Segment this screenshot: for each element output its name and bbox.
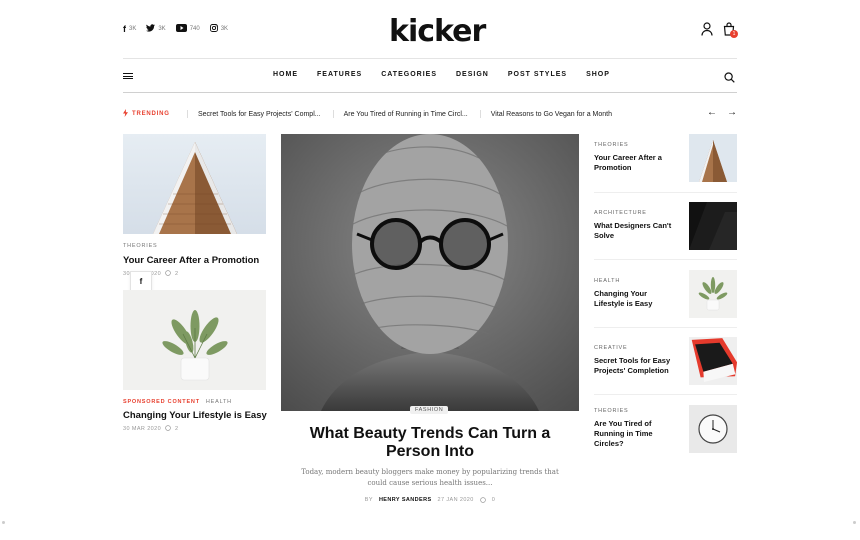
trending-label: TRENDING — [123, 109, 185, 119]
comment-count: 2 — [175, 426, 179, 432]
post-title[interactable]: Your Career After a Promotion — [123, 255, 266, 266]
post-image-plant[interactable] — [123, 290, 266, 390]
divider — [187, 110, 188, 118]
post-thumbnail[interactable] — [689, 134, 737, 182]
post-date: 27 JAN 2020 — [437, 497, 474, 503]
side-post[interactable]: THEORIES Your Career After a Promotion — [594, 134, 737, 193]
comment-count: 2 — [175, 271, 179, 277]
featured-meta: BY HENRY SANDERS 27 JAN 2020 0 — [281, 497, 579, 505]
twitter-icon — [146, 24, 156, 34]
social-facebook[interactable]: f 3K — [123, 23, 137, 34]
trending-item[interactable]: Are You Tired of Running in Time Circl..… — [344, 111, 468, 118]
nav-item-categories[interactable]: CATEGORIES — [381, 71, 437, 78]
comment-icon — [165, 425, 171, 433]
side-post[interactable]: CREATIVE Secret Tools for Easy Projects'… — [594, 337, 737, 395]
nav-item-features[interactable]: FEATURES — [317, 71, 362, 78]
social-links: f 3K 3K 740 3K — [123, 24, 228, 34]
menu-icon[interactable] — [123, 73, 133, 79]
author-name[interactable]: HENRY SANDERS — [379, 497, 432, 505]
featured-category-tag[interactable]: FASHION — [410, 406, 449, 414]
post-title[interactable]: Secret Tools for Easy Projects' Completi… — [594, 356, 679, 376]
featured-image[interactable] — [281, 134, 579, 411]
facebook-share-button[interactable]: f — [130, 271, 152, 291]
post-thumbnail[interactable] — [689, 337, 737, 385]
sponsored-label[interactable]: SPONSORED CONTENT — [123, 399, 200, 405]
by-label: BY — [364, 497, 373, 503]
divider — [332, 110, 334, 118]
bolt-icon — [123, 109, 128, 119]
social-count: 3K — [220, 26, 229, 32]
comment-icon — [479, 497, 486, 505]
youtube-icon — [175, 24, 187, 34]
social-count: 740 — [189, 26, 200, 32]
social-count: 3K — [158, 26, 166, 32]
nav-menu: HOME FEATURES CATEGORIES DESIGN POST STY… — [273, 71, 610, 78]
header: f 3K 3K 740 3K kicker 1 — [123, 14, 738, 49]
instagram-icon — [209, 24, 218, 34]
nav-item-design[interactable]: DESIGN — [456, 71, 489, 78]
trending-label-text: TRENDING — [132, 111, 170, 117]
arrow-left-icon[interactable]: ← — [707, 107, 717, 118]
comment-count: 0 — [491, 497, 496, 503]
post-title[interactable]: What Designers Can't Solve — [594, 221, 679, 241]
category-label[interactable]: HEALTH — [206, 399, 232, 405]
social-youtube[interactable]: 740 — [175, 24, 200, 34]
user-icon[interactable] — [701, 22, 713, 36]
featured-excerpt: Today, modern beauty bloggers make money… — [301, 468, 559, 488]
decorative-dot — [2, 521, 5, 524]
decorative-dot — [853, 521, 856, 524]
side-post[interactable]: HEALTH Changing Your Lifestyle is Easy — [594, 270, 737, 328]
nav-item-shop[interactable]: SHOP — [586, 71, 610, 78]
social-instagram[interactable]: 3K — [209, 24, 229, 34]
post-image-architecture[interactable] — [123, 134, 266, 234]
social-count: 3K — [129, 26, 137, 32]
post-date: 30 MAR 2020 — [123, 426, 162, 432]
post-title[interactable]: Changing Your Lifestyle is Easy — [123, 410, 273, 421]
post-category: THEORIES — [123, 243, 158, 249]
nav-item-home[interactable]: HOME — [273, 71, 298, 78]
post-thumbnail[interactable] — [689, 202, 737, 250]
post-title[interactable]: Your Career After a Promotion — [594, 153, 679, 173]
social-twitter[interactable]: 3K — [146, 24, 166, 34]
post-category: SPONSORED CONTENT HEALTH — [123, 399, 232, 405]
divider — [479, 110, 481, 118]
category-label[interactable]: THEORIES — [123, 243, 158, 249]
search-icon[interactable] — [724, 70, 735, 83]
post-thumbnail[interactable] — [689, 270, 737, 318]
nav-item-post-styles[interactable]: POST STYLES — [508, 71, 567, 78]
side-post[interactable]: ARCHITECTURE What Designers Can't Solve — [594, 202, 737, 260]
main-nav: HOME FEATURES CATEGORIES DESIGN POST STY… — [123, 58, 737, 93]
trending-bar: TRENDING Secret Tools for Easy Projects'… — [123, 107, 737, 121]
post-thumbnail[interactable] — [689, 405, 737, 453]
facebook-icon: f — [123, 23, 126, 34]
site-logo[interactable]: kicker — [389, 14, 486, 49]
post-title[interactable]: Are You Tired of Running in Time Circles… — [594, 419, 679, 449]
featured-title[interactable]: What Beauty Trends Can Turn a Person Int… — [281, 425, 579, 462]
post-meta: 30 MAR 2020 2 — [123, 425, 179, 433]
facebook-icon: f — [139, 277, 143, 286]
cart-count-badge: 1 — [730, 30, 738, 38]
side-post[interactable]: THEORIES Are You Tired of Running in Tim… — [594, 405, 737, 455]
trending-arrows: ← → — [707, 107, 737, 118]
arrow-right-icon[interactable]: → — [727, 107, 737, 118]
trending-item[interactable]: Secret Tools for Easy Projects' Compl... — [198, 111, 321, 118]
post-title[interactable]: Changing Your Lifestyle is Easy — [594, 289, 679, 309]
comment-icon — [165, 270, 171, 278]
trending-item[interactable]: Vital Reasons to Go Vegan for a Month — [491, 111, 612, 118]
